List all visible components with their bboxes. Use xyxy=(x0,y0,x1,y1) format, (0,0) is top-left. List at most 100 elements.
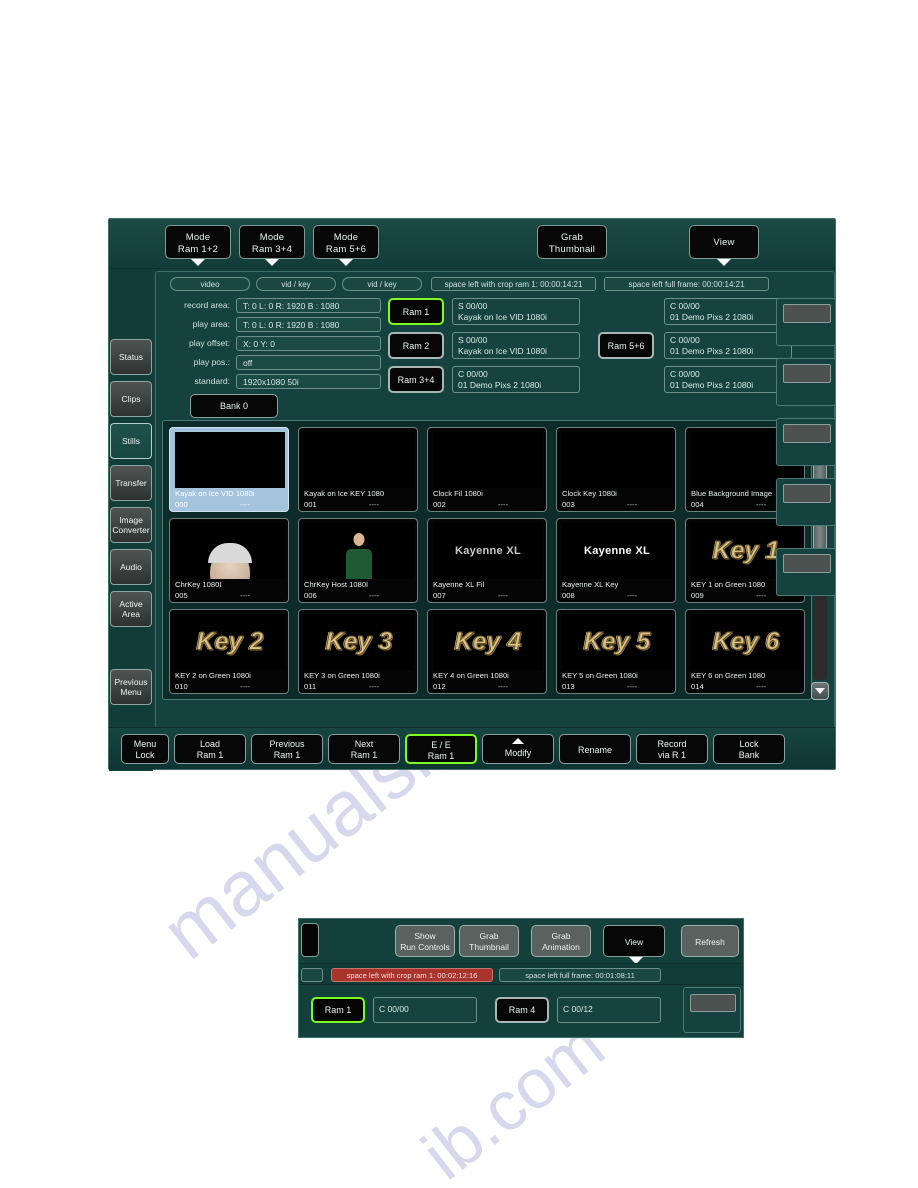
view-button-inset[interactable]: View xyxy=(603,925,665,957)
thumbnail-010[interactable]: Key 2 KEY 2 on Green 1080i 010 ---- xyxy=(169,609,289,694)
param-value-play-pos[interactable]: off xyxy=(236,355,381,370)
thumbnail-007[interactable]: Kayenne XL Kayenne XL Fil 007 ---- xyxy=(427,518,547,603)
thumbnail-index-012: 012 xyxy=(433,682,446,691)
rail-button-4[interactable] xyxy=(776,478,836,526)
rail-button-1[interactable] xyxy=(776,298,836,346)
show-run-controls-line2: Run Controls xyxy=(400,942,450,952)
tab-vid-key-2[interactable]: vid / key xyxy=(342,277,422,291)
thumbnail-image-002 xyxy=(433,432,543,488)
rename-button[interactable]: Rename xyxy=(559,734,631,764)
chevron-down-icon-mode-3-4 xyxy=(265,259,279,266)
thumbnail-art-text-007: Kayenne XL xyxy=(455,545,521,557)
grab-thumbnail-line1: Grab xyxy=(561,232,583,243)
thumbnail-006[interactable]: ChrKey Host 1080I 006 ---- xyxy=(298,518,418,603)
grab-animation-button[interactable]: Grab Animation xyxy=(531,925,591,957)
thumbnail-image-000 xyxy=(175,432,285,488)
sidebar-label-clips: Clips xyxy=(121,394,141,404)
sidebar-item-image-converter[interactable]: Image Converter xyxy=(110,507,152,543)
sidebar-item-audio[interactable]: Audio xyxy=(110,549,152,585)
previous-ram-1-button[interactable]: Previous Ram 1 xyxy=(251,734,323,764)
right-rail xyxy=(776,218,836,770)
ram-2-button[interactable]: Ram 2 xyxy=(388,332,444,359)
param-value-play-area[interactable]: T: 0 L: 0 R: 1920 B : 1080 xyxy=(236,317,381,332)
bank-button[interactable]: Bank 0 xyxy=(190,394,278,418)
ram-right-1-code: C 00/00 xyxy=(670,301,700,311)
menu-lock-line1: Menu xyxy=(133,739,157,749)
mode-ram-1-2-line2: Ram 1+2 xyxy=(177,244,219,255)
load-ram-1-button[interactable]: Load Ram 1 xyxy=(174,734,246,764)
thumbnail-005[interactable]: ChrKey 1080I 005 ---- xyxy=(169,518,289,603)
page-root: manualsl ib.com Mode Ram 1+2 Mode Ram 3+… xyxy=(0,0,918,1188)
sidebar-item-stills[interactable]: Stills xyxy=(110,423,152,459)
tab-row: video vid / key vid / key space left wit… xyxy=(156,272,834,296)
menu-lock-button[interactable]: Menu Lock xyxy=(121,734,169,764)
host-body-shape xyxy=(346,549,372,579)
thumbnail-image-001 xyxy=(304,432,414,488)
bottom-button-bar: Menu Lock Load Ram 1 Previous Ram 1 Next… xyxy=(109,727,835,769)
mode-ram-5-6-button[interactable]: Mode Ram 5+6 xyxy=(313,225,379,259)
view-button[interactable]: View xyxy=(689,225,759,259)
thumbnail-dash-001: ---- xyxy=(369,500,380,509)
sidebar-item-previous-menu[interactable]: Previous Menu xyxy=(110,669,152,705)
param-value-record-area[interactable]: T: 0 L: 0 R: 1920 B : 1080 xyxy=(236,298,381,313)
mode-ram-3-4-button[interactable]: Mode Ram 3+4 xyxy=(239,225,305,259)
thumbnail-003[interactable]: Clock Key 1080i 003 ---- xyxy=(556,427,676,512)
thumbnail-dash-008: ---- xyxy=(627,591,638,600)
ram-1-clip: Kayak on Ice VID 1080i xyxy=(458,312,547,322)
show-run-controls-button[interactable]: Show Run Controls xyxy=(395,925,455,957)
sidebar-label-previous-menu: Previous Menu xyxy=(114,677,148,697)
thumbnail-011[interactable]: Key 3 KEY 3 on Green 1080i 011 ---- xyxy=(298,609,418,694)
ram-5-6-button[interactable]: Ram 5+6 xyxy=(598,332,654,359)
thumbnail-image-013: Key 5 xyxy=(562,614,672,670)
thumbnail-002[interactable]: Clock Fil 1080i 002 ---- xyxy=(427,427,547,512)
ram-2-label: Ram 2 xyxy=(402,340,430,351)
top-toolbar: Mode Ram 1+2 Mode Ram 3+4 Mode Ram 5+6 G… xyxy=(109,219,835,269)
grab-thumbnail-button-inset[interactable]: Grab Thumbnail xyxy=(459,925,519,957)
inset-ram-1-button[interactable]: Ram 1 xyxy=(311,997,365,1023)
ram-3-4-button[interactable]: Ram 3+4 xyxy=(388,366,444,393)
rail-button-3[interactable] xyxy=(776,418,836,466)
inset-left-edge-button[interactable] xyxy=(301,923,319,957)
ram-1-info: S 00/00 Kayak on Ice VID 1080i xyxy=(452,298,580,325)
mode-ram-1-2-button[interactable]: Mode Ram 1+2 xyxy=(165,225,231,259)
thumbnail-art-text-010: Key 2 xyxy=(196,627,264,656)
thumbnail-dash-002: ---- xyxy=(498,500,509,509)
inset-right-rail[interactable] xyxy=(683,987,741,1033)
mode-ram-3-4-line2: Ram 3+4 xyxy=(251,244,293,255)
inset-ram-4-code: C 00/12 xyxy=(557,997,661,1023)
next-ram-1-button[interactable]: Next Ram 1 xyxy=(328,734,400,764)
inset-ram-1-code: C 00/00 xyxy=(373,997,477,1023)
sidebar-item-transfer[interactable]: Transfer xyxy=(110,465,152,501)
rail-button-2[interactable] xyxy=(776,358,836,406)
ram-right-1-clip: 01 Demo Pixs 2 1080i xyxy=(670,312,754,322)
ee-ram-1-button[interactable]: E / E Ram 1 xyxy=(405,734,477,764)
thumbnail-008[interactable]: Kayenne XL Kayenne XL Key 008 ---- xyxy=(556,518,676,603)
param-value-play-offset[interactable]: X: 0 Y: 0 xyxy=(236,336,381,351)
thumbnail-title-000: Kayak on Ice VID 1080i xyxy=(175,489,255,498)
mode-ram-3-4-line1: Mode xyxy=(259,232,285,243)
thumbnail-index-009: 009 xyxy=(691,591,704,600)
grab-thumbnail-button[interactable]: Grab Thumbnail xyxy=(537,225,607,259)
sidebar-item-active-area[interactable]: Active Area xyxy=(110,591,152,627)
tab-video[interactable]: video xyxy=(170,277,250,291)
rail-button-5[interactable] xyxy=(776,548,836,596)
tab-vid-key-1[interactable]: vid / key xyxy=(256,277,336,291)
refresh-button[interactable]: Refresh xyxy=(681,925,739,957)
thumbnail-dash-007: ---- xyxy=(498,591,509,600)
ram-1-button[interactable]: Ram 1 xyxy=(388,298,444,325)
thumbnail-001[interactable]: Kayak on Ice KEY 1080 001 ---- xyxy=(298,427,418,512)
thumbnail-art-text-008: Kayenne XL xyxy=(584,545,650,557)
record-via-r1-button[interactable]: Record via R 1 xyxy=(636,734,708,764)
inset-ram-4-button[interactable]: Ram 4 xyxy=(495,997,549,1023)
modify-button[interactable]: Modify xyxy=(482,734,554,764)
record-via-r1-line1: Record xyxy=(657,739,687,749)
param-value-standard[interactable]: 1920x1080 50i xyxy=(236,374,381,389)
lock-bank-button[interactable]: Lock Bank xyxy=(713,734,785,764)
sidebar-item-clips[interactable]: Clips xyxy=(110,381,152,417)
next-ram-1-line1: Next xyxy=(354,739,374,749)
sidebar-item-status[interactable]: Status xyxy=(110,339,152,375)
thumbnail-012[interactable]: Key 4 KEY 4 on Green 1080i 012 ---- xyxy=(427,609,547,694)
thumbnail-013[interactable]: Key 5 KEY 5 on Green 1080i 013 ---- xyxy=(556,609,676,694)
thumbnail-image-003 xyxy=(562,432,672,488)
thumbnail-000[interactable]: Kayak on Ice VID 1080i 000 ---- xyxy=(169,427,289,512)
